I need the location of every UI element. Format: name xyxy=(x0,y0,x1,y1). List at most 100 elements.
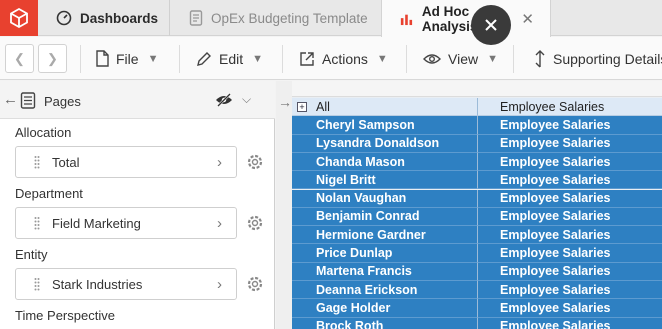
toolbar-divider xyxy=(406,45,407,73)
table-row[interactable]: Hermione Gardner Employee Salaries xyxy=(292,226,662,245)
table-row[interactable]: Nigel Britt Employee Salaries xyxy=(292,171,662,190)
document-icon xyxy=(189,10,203,26)
row-header-label: All xyxy=(316,99,330,114)
expand-icon[interactable]: + xyxy=(297,102,307,112)
account-cell[interactable]: Employee Salaries xyxy=(478,189,662,208)
chevron-down-icon: ▼ xyxy=(147,52,159,65)
actions-menu-label: Actions xyxy=(322,50,368,67)
file-icon xyxy=(96,50,109,67)
employee-name-cell[interactable]: Deanna Erickson xyxy=(292,281,478,300)
supporting-details-icon xyxy=(535,49,545,67)
chevron-right-icon: › xyxy=(217,153,222,171)
account-cell[interactable]: Employee Salaries xyxy=(478,262,662,281)
account-cell[interactable]: Employee Salaries xyxy=(478,207,662,227)
table-row[interactable]: Price Dunlap Employee Salaries xyxy=(292,244,662,263)
tab-close-icon[interactable]: ✕ xyxy=(521,10,534,28)
account-cell[interactable]: Employee Salaries xyxy=(478,281,662,300)
employee-name-cell[interactable]: Benjamin Conrad xyxy=(292,207,478,227)
drag-handle-icon[interactable] xyxy=(34,277,40,291)
gear-icon[interactable] xyxy=(246,153,264,171)
row-header-cell[interactable]: + All xyxy=(292,98,478,117)
eye-icon xyxy=(423,53,441,64)
employee-name-cell[interactable]: Chanda Mason xyxy=(292,152,478,172)
actions-menu[interactable]: Actions ▼ xyxy=(299,37,388,80)
employee-name-cell[interactable]: Gage Holder xyxy=(292,299,478,318)
tab-opex-budgeting[interactable]: OpEx Budgeting Template xyxy=(171,0,381,36)
eye-slash-icon[interactable] xyxy=(215,93,233,107)
table-row[interactable]: Deanna Erickson Employee Salaries xyxy=(292,281,662,300)
back-button[interactable]: ❮ xyxy=(5,44,34,73)
view-menu-label: View xyxy=(448,50,479,67)
forward-button[interactable]: ❯ xyxy=(38,44,67,73)
gear-icon[interactable] xyxy=(246,214,264,232)
overlay-close-button[interactable] xyxy=(471,5,511,45)
account-cell[interactable]: Employee Salaries xyxy=(478,244,662,263)
account-cell[interactable]: Employee Salaries xyxy=(478,171,662,190)
edit-menu[interactable]: Edit ▼ xyxy=(196,37,263,80)
toolbar-divider xyxy=(80,45,81,73)
tab-ad-hoc-analysis[interactable]: Ad Hoc Analysis ✕ xyxy=(381,0,551,37)
entity-label: Entity xyxy=(15,247,48,262)
grid-column-header-strip xyxy=(292,81,662,97)
chevron-right-icon: › xyxy=(217,214,222,232)
supporting-details-button[interactable]: Supporting Details xyxy=(534,37,662,80)
table-row[interactable]: Nolan Vaughan Employee Salaries xyxy=(292,189,662,208)
column-header-label: Employee Salaries xyxy=(500,99,605,114)
entity-value: Stark Industries xyxy=(52,276,143,292)
table-row[interactable]: Gage Holder Employee Salaries xyxy=(292,299,662,318)
allocation-value: Total xyxy=(52,154,80,170)
table-row[interactable]: Chanda Mason Employee Salaries xyxy=(292,152,662,172)
chevron-left-icon: ❮ xyxy=(14,50,25,66)
arrow-left-icon[interactable]: ← xyxy=(3,91,18,108)
account-cell[interactable]: Employee Salaries xyxy=(478,134,662,153)
employee-name-cell[interactable]: Price Dunlap xyxy=(292,244,478,263)
drag-handle-icon[interactable] xyxy=(34,155,40,169)
drag-handle-icon[interactable] xyxy=(34,216,40,230)
employee-name-cell[interactable]: Hermione Gardner xyxy=(292,226,478,245)
account-cell[interactable]: Employee Salaries xyxy=(478,299,662,318)
employee-name-cell[interactable]: Nigel Britt xyxy=(292,171,478,190)
pages-panel: ← Pages ⌵ Allocation Total › Department … xyxy=(0,81,275,329)
grid-header-row[interactable]: + All Employee Salaries xyxy=(292,98,662,117)
chevron-right-icon: ❯ xyxy=(47,50,58,66)
bar-chart-icon xyxy=(400,14,413,25)
tab-dashboards[interactable]: Dashboards xyxy=(38,0,170,36)
toolbar: ❮ ❯ File ▼ Edit ▼ Actions ▼ View ▼ Suppo… xyxy=(0,37,662,80)
allocation-label: Allocation xyxy=(15,125,72,140)
file-menu[interactable]: File ▼ xyxy=(95,37,158,80)
employee-name-cell[interactable]: Brock Roth xyxy=(292,317,478,329)
table-row[interactable]: Lysandra Donaldson Employee Salaries xyxy=(292,134,662,153)
toolbar-divider xyxy=(282,45,283,73)
chevron-down-icon[interactable]: ⌵ xyxy=(242,92,251,107)
department-selector[interactable]: Field Marketing › xyxy=(15,207,237,239)
table-row[interactable]: Benjamin Conrad Employee Salaries xyxy=(292,207,662,227)
account-cell[interactable]: Employee Salaries xyxy=(478,152,662,172)
arrow-right-icon[interactable]: → xyxy=(278,94,292,110)
employee-name-cell[interactable]: Nolan Vaughan xyxy=(292,189,478,208)
ad-hoc-grid: + All Employee Salaries Cheryl Sampson Em… xyxy=(292,81,662,329)
table-row[interactable]: Cheryl Sampson Employee Salaries xyxy=(292,116,662,135)
table-row[interactable]: Brock Roth Employee Salaries xyxy=(292,317,662,329)
edit-menu-label: Edit xyxy=(219,50,244,67)
allocation-selector[interactable]: Total › xyxy=(15,146,237,178)
chevron-down-icon: ▼ xyxy=(376,52,388,65)
employee-name-cell[interactable]: Lysandra Donaldson xyxy=(292,134,478,153)
account-cell[interactable]: Employee Salaries xyxy=(478,226,662,245)
employee-name-cell[interactable]: Martena Francis xyxy=(292,262,478,281)
app-logo[interactable] xyxy=(0,0,38,36)
tab-bar: Dashboards OpEx Budgeting Template Ad Ho… xyxy=(0,0,662,37)
cube-logo-icon xyxy=(10,7,28,29)
column-header-cell[interactable]: Employee Salaries xyxy=(478,98,662,117)
chevron-down-icon: ▼ xyxy=(487,52,498,65)
tab-label: OpEx Budgeting Template xyxy=(211,10,368,26)
employee-name-cell[interactable]: Cheryl Sampson xyxy=(292,116,478,135)
pencil-icon xyxy=(197,51,211,66)
toolbar-divider xyxy=(513,45,514,73)
account-cell[interactable]: Employee Salaries xyxy=(478,116,662,135)
account-cell[interactable]: Employee Salaries xyxy=(478,317,662,329)
panel-splitter[interactable]: → xyxy=(276,81,292,329)
entity-selector[interactable]: Stark Industries › xyxy=(15,268,237,300)
toolbar-divider xyxy=(179,45,180,73)
table-row[interactable]: Martena Francis Employee Salaries xyxy=(292,262,662,281)
gear-icon[interactable] xyxy=(246,275,264,293)
